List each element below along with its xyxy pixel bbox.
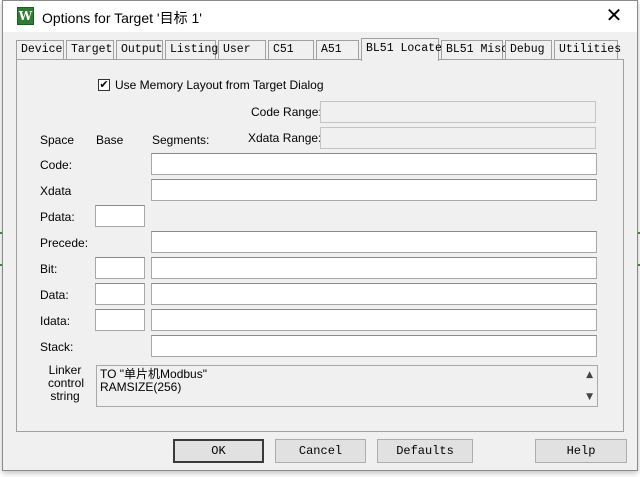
tab-debug[interactable]: Debug [505, 40, 552, 59]
tab-c51[interactable]: C51 [268, 40, 314, 59]
xdata-range-label: Xdata Range: [248, 131, 322, 145]
segments-header: Segments: [152, 133, 210, 147]
tab-utilities[interactable]: Utilities [554, 40, 621, 59]
close-icon[interactable]: ✕ [591, 1, 637, 32]
tab-bl51-misc[interactable]: BL51 Misc [441, 40, 508, 59]
tab-target[interactable]: Target [66, 40, 114, 59]
stack-row-label: Stack: [40, 340, 74, 354]
window-title: Options for Target '目标 1' [42, 10, 202, 26]
tab-device[interactable]: Device [16, 40, 64, 59]
data-row-label: Data: [40, 288, 69, 302]
xdata-range-input[interactable] [320, 127, 596, 149]
linker-control-string[interactable]: TO "单片机Modbus" RAMSIZE(256) ▲ ▼ [96, 365, 598, 407]
bit-base-input[interactable] [95, 257, 145, 279]
options-dialog: W Options for Target '目标 1' ✕ Device Tar… [2, 0, 638, 471]
space-header: Space [40, 133, 75, 147]
tab-bl51-locate[interactable]: BL51 Locate [361, 38, 442, 61]
data-segments-input[interactable] [151, 283, 597, 305]
pdata-base-input[interactable] [95, 205, 145, 227]
bit-row-label: Bit: [40, 262, 58, 276]
use-memory-layout-checkbox[interactable]: ✔ [98, 79, 110, 91]
precede-row-label: Precede: [40, 236, 89, 250]
scroll-down-icon[interactable]: ▼ [586, 391, 593, 404]
linker-line: RAMSIZE(256) [100, 380, 182, 394]
ok-button[interactable]: OK [173, 439, 264, 463]
xdata-row-label: Xdata [40, 184, 72, 198]
stack-segments-input[interactable] [151, 335, 597, 357]
linker-label-line: string [50, 389, 80, 403]
code-segments-input[interactable] [151, 153, 597, 175]
use-memory-layout-label: Use Memory Layout from Target Dialog [115, 78, 324, 92]
linker-control-label: Linker control string [48, 364, 84, 403]
bit-segments-input[interactable] [151, 257, 597, 279]
bl51-locate-panel: ✔ Use Memory Layout from Target Dialog C… [16, 59, 624, 432]
base-header: Base [96, 133, 124, 147]
tab-user[interactable]: User [218, 40, 266, 59]
idata-row-label: Idata: [40, 314, 71, 328]
xdata-segments-input[interactable] [151, 179, 597, 201]
code-row-label: Code: [40, 158, 73, 172]
tab-a51[interactable]: A51 [316, 40, 359, 59]
code-range-label: Code Range: [251, 105, 322, 119]
idata-base-input[interactable] [95, 309, 145, 331]
help-button[interactable]: Help [535, 439, 627, 463]
idata-segments-input[interactable] [151, 309, 597, 331]
app-icon: W [17, 7, 34, 25]
defaults-button[interactable]: Defaults [377, 439, 473, 463]
precede-segments-input[interactable] [151, 231, 597, 253]
code-range-input[interactable] [320, 101, 596, 123]
title-bar: W Options for Target '目标 1' ✕ [3, 1, 637, 32]
cancel-button[interactable]: Cancel [275, 439, 366, 463]
data-base-input[interactable] [95, 283, 145, 305]
scroll-up-icon[interactable]: ▲ [586, 369, 593, 382]
tab-listing[interactable]: Listing [165, 40, 218, 59]
tab-output[interactable]: Output [116, 40, 163, 59]
pdata-row-label: Pdata: [40, 210, 75, 224]
